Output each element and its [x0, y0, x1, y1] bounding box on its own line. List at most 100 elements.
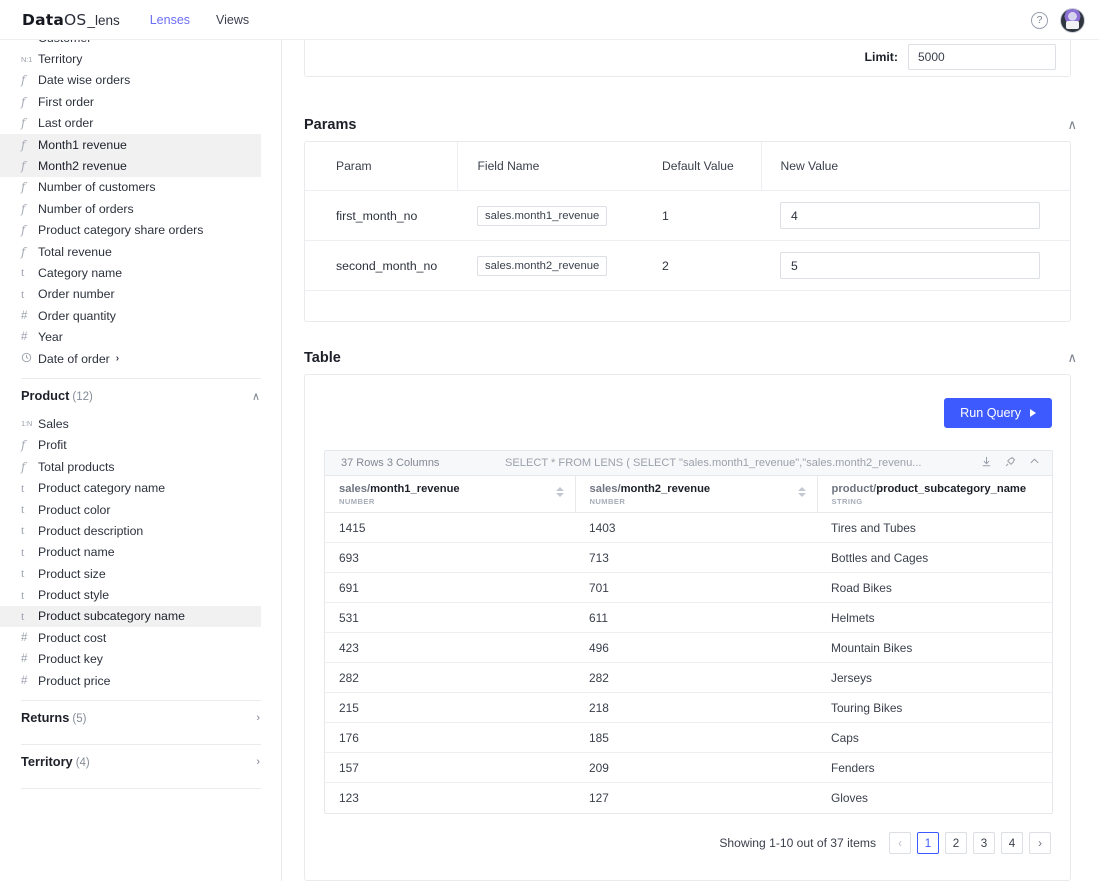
pagination-next-button[interactable]: ›: [1029, 832, 1051, 854]
params-row: second_month_no sales.month2_revenue 2: [305, 240, 1070, 291]
sidebar-item-last-order[interactable]: f Last order: [0, 113, 261, 134]
sidebar-item-product-category-share-orders[interactable]: f Product category share orders: [0, 220, 261, 241]
sidebar-item-label: First order: [38, 94, 95, 109]
sidebar-item-customer[interactable]: N:1Customer: [0, 40, 261, 48]
param-new-value-input[interactable]: [780, 252, 1040, 279]
chevron-right-icon[interactable]: ›: [256, 756, 260, 768]
sidebar-item-territory[interactable]: N:1 Territory: [0, 48, 261, 69]
sidebar-item-date-of-order[interactable]: Date of order ›: [0, 348, 261, 369]
chevron-up-icon[interactable]: ∧: [252, 390, 260, 403]
param-field-chip: sales.month1_revenue: [477, 205, 608, 226]
sidebar-item-month2-revenue[interactable]: f Month2 revenue: [0, 155, 261, 177]
pagination-page-4[interactable]: 4: [1001, 832, 1023, 854]
param-new-value-input[interactable]: [780, 202, 1040, 229]
sort-icon[interactable]: [797, 487, 806, 497]
dataos-lens-logo[interactable]: Data OS _lens: [22, 11, 120, 29]
table-row: 1415 1403 Tires and Tubes: [325, 512, 1052, 543]
pin-icon[interactable]: [1005, 456, 1016, 470]
sidebar-item-product-cost[interactable]: # Product cost: [0, 627, 261, 648]
query-options-card: Limit:: [304, 40, 1071, 77]
sidebar-item-product-subcategory-name[interactable]: t Product subcategory name: [0, 605, 261, 628]
results-row-count: 37 Rows 3 Columns: [341, 457, 440, 469]
sidebar-item-product-category-name[interactable]: t Product category name: [0, 477, 261, 498]
column-header-name: sales/month2_revenue: [589, 483, 711, 495]
params-table: Param Field Name Default Value New Value…: [305, 142, 1070, 291]
sidebar-item-order-number[interactable]: t Order number: [0, 284, 261, 305]
sidebar-item-first-order[interactable]: f First order: [0, 91, 261, 112]
collapse-icon[interactable]: [1029, 456, 1040, 470]
sidebar-item-label: Sales: [38, 416, 69, 431]
pagination-page-2[interactable]: 2: [945, 832, 967, 854]
sidebar-item-product-color[interactable]: t Product color: [0, 499, 261, 520]
sort-icon[interactable]: [555, 487, 564, 497]
pagination-page-3[interactable]: 3: [973, 832, 995, 854]
results-header-row: sales/month1_revenue NUMBER sales/month2_r…: [325, 476, 1052, 513]
params-collapse-icon[interactable]: ∧: [1067, 117, 1077, 133]
sidebar-item-date-wise-orders[interactable]: f Date wise orders: [0, 70, 261, 91]
sidebar-item-product-name[interactable]: t Product name: [0, 542, 261, 563]
chevron-right-icon[interactable]: ›: [256, 712, 260, 724]
fn-type-icon: f: [21, 159, 26, 174]
sidebar-group-returns[interactable]: Returns (5) ›: [0, 701, 281, 735]
sidebar-item-profit[interactable]: f Profit: [0, 435, 261, 456]
help-icon[interactable]: ?: [1031, 11, 1048, 29]
sidebar-group-territory[interactable]: Territory (4) ›: [0, 745, 281, 779]
txt-type-icon: t: [21, 587, 25, 602]
pagination-prev-button[interactable]: ‹: [889, 832, 911, 854]
txt-type-icon: t: [21, 480, 25, 495]
sidebar-item-year[interactable]: # Year: [0, 326, 261, 347]
results-toolbar: [981, 456, 1040, 470]
sidebar-item-total-products[interactable]: f Total products: [0, 456, 261, 477]
sidebar-item-month1-revenue[interactable]: f Month1 revenue: [0, 133, 261, 156]
txt-type-icon: t: [21, 265, 25, 280]
table-collapse-icon[interactable]: ∧: [1067, 350, 1077, 366]
pagination-page-1[interactable]: 1: [917, 832, 939, 854]
sidebar-group-product[interactable]: Product (12) ∧: [0, 379, 281, 413]
txt-type-icon: t: [21, 566, 25, 581]
nav-link-lenses[interactable]: Lenses: [150, 13, 190, 27]
sidebar-item-product-price[interactable]: # Product price: [0, 670, 261, 691]
params-col-new-value: New Value: [760, 142, 1070, 191]
params-col-field-name: Field Name: [456, 142, 643, 191]
cell-product-subcategory-name: Tires and Tubes: [817, 512, 1052, 543]
fields-sidebar[interactable]: N:1CustomerN:1TerritoryfDate wise orders…: [0, 40, 282, 881]
sidebar-item-order-quantity[interactable]: # Order quantity: [0, 305, 261, 326]
sidebar-item-label: Profit: [38, 438, 67, 453]
column-header-month2-revenue[interactable]: sales/month2_revenue NUMBER: [575, 476, 818, 513]
sidebar-item-product-description[interactable]: t Product description: [0, 520, 261, 541]
sidebar-item-sales[interactable]: 1:N Sales: [0, 413, 261, 434]
sidebar-item-product-key[interactable]: # Product key: [0, 649, 261, 670]
limit-label: Limit:: [864, 50, 898, 64]
params-col-param: Param: [305, 142, 457, 191]
column-header-month1-revenue[interactable]: sales/month1_revenue NUMBER: [325, 476, 576, 513]
table-row: 157 209 Fenders: [325, 752, 1052, 783]
sidebar-item-label: Product price: [38, 673, 111, 688]
limit-input[interactable]: [908, 44, 1056, 70]
hash-type-icon: #: [21, 653, 28, 666]
column-header-type: STRING: [831, 497, 863, 506]
nav-link-views[interactable]: Views: [216, 13, 249, 27]
cell-month1-revenue: 282: [325, 662, 575, 693]
sidebar-item-product-size[interactable]: t Product size: [0, 563, 261, 584]
sidebar-item-label: Date of order: [38, 351, 110, 366]
sidebar-item-product-style[interactable]: t Product style: [0, 584, 261, 605]
sidebar-item-label: Date wise orders: [38, 73, 131, 88]
run-query-button[interactable]: Run Query: [944, 398, 1052, 428]
results-data-table: sales/month1_revenue NUMBER sales/month2_r…: [325, 476, 1052, 813]
sidebar-item-total-revenue[interactable]: f Total revenue: [0, 241, 261, 262]
sidebar-item-label: Number of customers: [38, 180, 156, 195]
sidebar-item-number-of-customers[interactable]: f Number of customers: [0, 177, 261, 198]
download-icon[interactable]: [981, 456, 992, 470]
table-row: 423 496 Mountain Bikes: [325, 632, 1052, 663]
fn-type-icon: f: [21, 201, 26, 216]
chevron-right-icon[interactable]: ›: [116, 353, 119, 364]
params-body: first_month_nosales.month1_revenue1secon…: [305, 190, 1070, 291]
table-title: Table: [304, 350, 341, 366]
user-avatar[interactable]: [1060, 7, 1085, 33]
sidebar-item-number-of-orders[interactable]: f Number of orders: [0, 198, 261, 219]
table-row: 215 218 Touring Bikes: [325, 692, 1052, 723]
cell-month2-revenue: 496: [575, 632, 817, 663]
column-header-product-subcategory-name[interactable]: product/product_subcategory_name STRING: [817, 476, 1052, 513]
pagination-buttons: ‹ 1 2 3 4 ›: [889, 832, 1051, 854]
sidebar-item-category-name[interactable]: t Category name: [0, 262, 261, 283]
